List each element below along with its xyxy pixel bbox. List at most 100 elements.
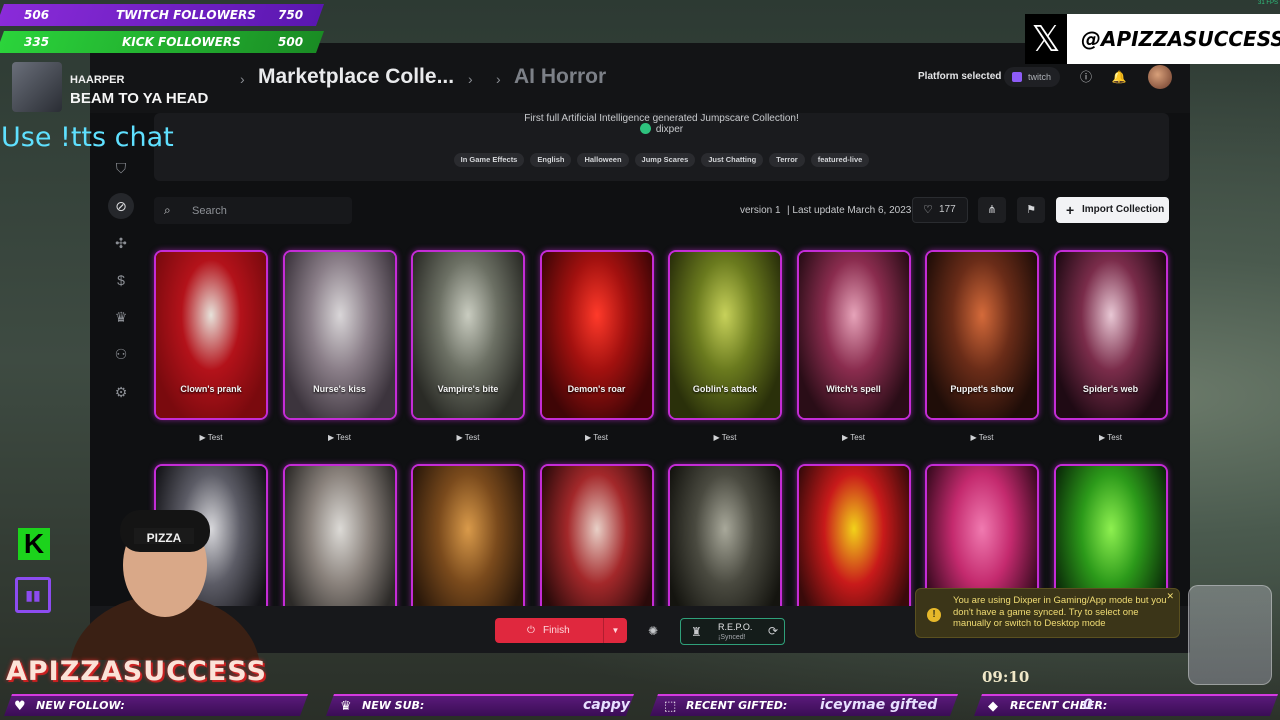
test-label: Test	[593, 433, 608, 442]
jumpscare-card[interactable]: Clown's prank	[154, 250, 268, 420]
test-button[interactable]: ▶ Test	[1054, 433, 1168, 442]
jumpscare-title: Nurse's kiss	[313, 384, 366, 394]
webcam-feed: PIZZA	[70, 510, 260, 660]
import-collection-button[interactable]: + Import Collection	[1056, 197, 1169, 223]
svg-text:PIZZA: PIZZA	[147, 531, 182, 545]
jumpscare-card[interactable]: Puppet's show	[925, 250, 1039, 420]
finish-button[interactable]: ⏻ Finish ▼	[495, 618, 627, 643]
collection-last-update: | Last update March 6, 2023	[787, 205, 912, 216]
collection-header: First full Artificial Intelligence gener…	[154, 113, 1169, 181]
breadcrumb-separator-icon: ›	[496, 71, 501, 87]
share-button[interactable]: ⋔	[978, 197, 1006, 223]
gift-icon: ⬚	[664, 699, 677, 714]
test-label: Test	[721, 433, 737, 442]
refresh-icon[interactable]: ⟳	[768, 624, 778, 638]
test-button[interactable]: ▶ Test	[797, 433, 911, 442]
puzzle-icon[interactable]: ✣	[108, 230, 134, 256]
test-button[interactable]: ▶ Test	[925, 433, 1039, 442]
jumpscare-title: Clown's prank	[180, 384, 242, 394]
collection-author[interactable]: dixper	[154, 123, 1169, 135]
finish-label: Finish	[543, 625, 570, 636]
toast-message: You are using Dixper in Gaming/App mode …	[953, 595, 1167, 629]
plus-icon: +	[1066, 202, 1075, 218]
test-button[interactable]: ▶ Test	[283, 433, 397, 442]
chevron-down-icon[interactable]: ▼	[603, 618, 627, 643]
dollar-icon[interactable]: $	[108, 267, 134, 293]
ticker-recent-gifted-value: iceymae gifted	[820, 697, 938, 713]
info-icon[interactable]: ⓘ	[1078, 69, 1094, 85]
play-icon: ▶	[456, 433, 465, 442]
import-collection-label: Import Collection	[1082, 204, 1165, 215]
heart-icon: ♡	[923, 204, 933, 216]
crown-icon: ♛	[340, 699, 352, 714]
author-avatar-icon	[639, 123, 651, 134]
ticker-new-follow-label: NEW FOLLOW:	[36, 699, 125, 712]
ticker-new-sub-value: cappy	[583, 697, 630, 713]
power-icon: ⏻	[527, 625, 535, 636]
tag-chip[interactable]: featured-live	[810, 153, 870, 167]
tag-chip[interactable]: English	[530, 153, 572, 167]
sync-status: ¡Synced!	[718, 634, 746, 641]
test-button[interactable]: ▶ Test	[154, 433, 268, 442]
bell-icon[interactable]: 🔔	[1111, 69, 1127, 85]
breadcrumb-current: AI Horror	[514, 65, 607, 88]
search-icon: ⌕	[164, 203, 171, 217]
twitch-followers-goal: 750	[278, 8, 304, 22]
share-icon: ⋔	[987, 204, 997, 216]
jumpscare-card[interactable]: Nurse's kiss	[282, 250, 397, 420]
test-button[interactable]: ▶ Test	[668, 433, 782, 442]
gamepad-icon: ♜	[691, 625, 702, 639]
ticker-new-sub-label: NEW SUB:	[362, 699, 425, 712]
ticker-recent-cheer-value: 0	[1083, 697, 1093, 713]
chat-avatar	[12, 62, 62, 112]
test-label: Test	[850, 433, 865, 442]
flag-icon: ⚑	[1026, 204, 1036, 216]
search-box: ⌕	[154, 197, 352, 224]
test-label: Test	[1107, 433, 1122, 442]
tag-chip[interactable]: Halloween	[577, 153, 629, 167]
test-button[interactable]: ▶ Test	[411, 433, 525, 442]
kick-followers-label: KICK FOLLOWERS	[122, 35, 241, 49]
kick-logo-icon: K	[18, 528, 50, 560]
compass-icon[interactable]: ⊘	[108, 193, 134, 219]
bug-icon[interactable]: ✺	[641, 620, 665, 642]
search-input[interactable]	[192, 197, 342, 224]
play-icon: ▶	[713, 433, 722, 442]
breadcrumb-separator-icon: ›	[240, 71, 245, 87]
jumpscare-title: Demon's roar	[567, 384, 626, 394]
jumpscare-card[interactable]: Witch's spell	[796, 250, 911, 420]
collection-version: version 1	[740, 205, 781, 216]
like-count: 177	[939, 204, 956, 215]
twitch-followers-count: 506	[24, 8, 50, 22]
jumpscare-card[interactable]: Spider's web	[1053, 250, 1168, 420]
play-icon: ▶	[970, 433, 979, 442]
test-button[interactable]: ▶ Test	[540, 433, 654, 442]
tag-chip[interactable]: Just Chatting	[701, 153, 764, 167]
tag-chip[interactable]: Terror	[769, 153, 805, 167]
close-icon[interactable]: ✕	[1166, 591, 1174, 602]
test-label: Test	[978, 433, 994, 442]
clock: 09:10	[982, 668, 1030, 686]
tag-chip[interactable]: In Game Effects	[453, 153, 525, 167]
twitch-logo-icon: ▮▮	[15, 577, 51, 613]
breadcrumb-parent[interactable]: Marketplace Colle...	[258, 65, 454, 89]
tts-hint: Use !tts chat	[1, 122, 174, 153]
heart-icon: ♥	[14, 699, 26, 714]
platform-selector[interactable]: twitch	[1004, 67, 1061, 87]
gear-icon[interactable]: ⚙	[108, 379, 134, 405]
chat-username: HAARPER	[70, 74, 125, 86]
report-button[interactable]: ⚑	[1017, 197, 1045, 223]
jumpscare-card[interactable]: Demon's roar	[539, 250, 654, 420]
like-button[interactable]: ♡ 177	[912, 197, 968, 223]
tag-chip[interactable]: Jump Scares	[634, 153, 696, 167]
tag-list: In Game Effects English Halloween Jump Scar…	[154, 149, 1169, 167]
game-sync-box[interactable]: ♜ R.E.P.O. ¡Synced! ⟳	[680, 618, 785, 645]
cards-icon[interactable]: ⛉	[108, 155, 134, 181]
x-handle: @APIZZASUCCESS	[1067, 14, 1280, 64]
add-user-icon[interactable]: ⚇	[108, 341, 134, 367]
jumpscare-card[interactable]: Goblin's attack	[668, 250, 782, 420]
trophy-icon[interactable]: ♛	[108, 304, 134, 330]
jumpscare-title: Vampire's bite	[437, 384, 499, 394]
jumpscare-card[interactable]: Vampire's bite	[411, 250, 525, 420]
avatar[interactable]	[1148, 65, 1172, 89]
